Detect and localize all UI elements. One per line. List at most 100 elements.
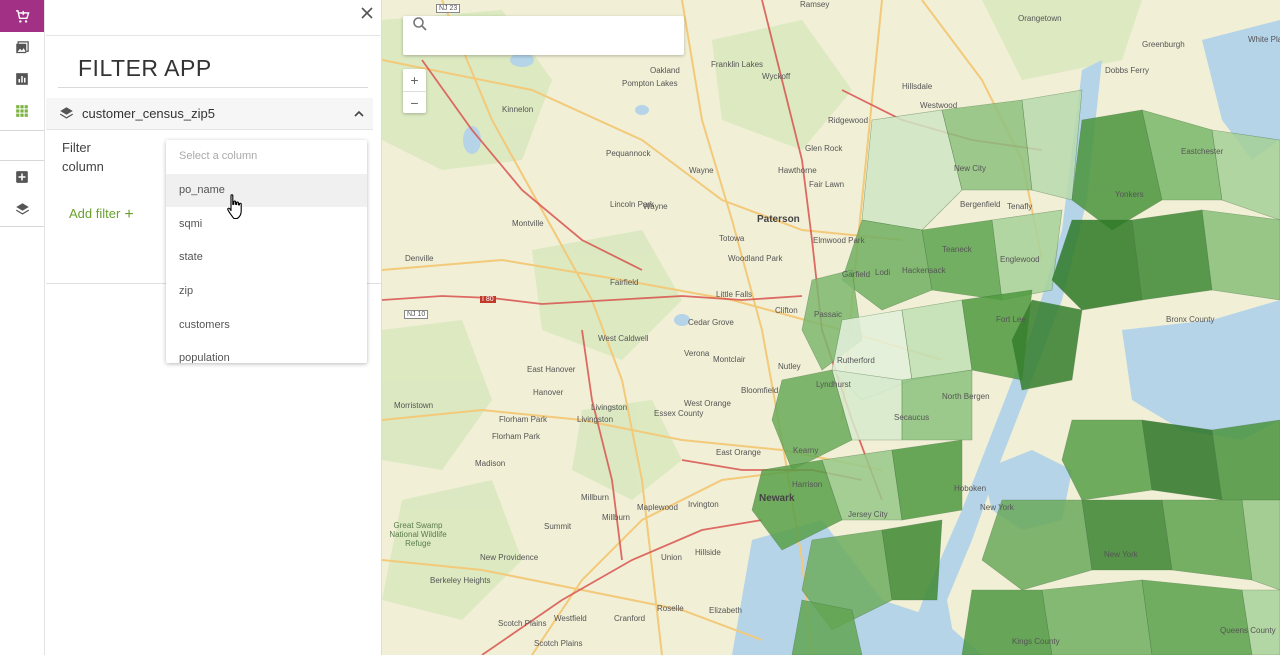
map-label: Irvington — [688, 500, 719, 509]
grid-icon[interactable] — [0, 95, 44, 127]
map-label: Livingston — [591, 403, 628, 412]
dropdown-option[interactable]: sqmi — [166, 208, 367, 241]
map-label: Oakland — [650, 66, 680, 75]
layer-accordion-header[interactable]: customer_census_zip5 — [46, 98, 373, 130]
map-label: Newark — [759, 493, 795, 504]
map-label: Hillsdale — [902, 82, 933, 91]
image-icon[interactable] — [0, 31, 44, 63]
map-label: Hoboken — [954, 484, 987, 493]
route-shield: NJ 23 — [436, 4, 461, 13]
map-label: North Bergen — [942, 392, 990, 401]
map-label: Englewood — [1000, 255, 1040, 264]
map-label: Pequannock — [606, 149, 651, 158]
map-label: Cedar Grove — [688, 318, 734, 327]
layers-icon[interactable] — [0, 193, 44, 225]
layer-name: customer_census_zip5 — [82, 106, 215, 121]
map-search-box[interactable] — [403, 16, 684, 55]
map-label: Roselle — [657, 604, 684, 613]
icon-rail — [0, 0, 45, 655]
map-label: Elmwood Park — [813, 236, 865, 245]
map-label: Rutherford — [837, 356, 875, 365]
map-label: Woodland Park — [728, 254, 783, 263]
chart-icon[interactable] — [0, 63, 44, 95]
cart-icon[interactable] — [0, 0, 44, 32]
dropdown-option[interactable]: population — [166, 342, 367, 363]
map-label: Harrison — [792, 480, 823, 489]
map-label: Bloomfield — [741, 386, 779, 395]
panel-title: FILTER APP — [78, 55, 212, 81]
map-label: Jersey City — [848, 510, 888, 519]
map-view[interactable]: Oakland Franklin Lakes Wyckoff Hillsdale… — [382, 0, 1280, 655]
map-label: Morristown — [394, 401, 434, 410]
map-label: Passaic — [814, 310, 843, 319]
add-layer-icon[interactable] — [0, 161, 44, 193]
plus-icon: + — [124, 206, 134, 223]
map-label: Hillside — [695, 548, 721, 557]
title-divider — [58, 87, 368, 88]
zoom-out-button[interactable]: − — [403, 91, 426, 113]
map-label: Hackensack — [902, 266, 946, 275]
route-shield: I 80 — [480, 296, 496, 303]
panel-header — [46, 0, 382, 36]
map-label: West Caldwell — [598, 334, 649, 343]
map-label: Pompton Lakes — [622, 79, 678, 88]
map-label: Hawthorne — [778, 166, 817, 175]
map-label: Denville — [405, 254, 434, 263]
column-select-dropdown[interactable]: Select a column po_name sqmi state zip c… — [166, 140, 367, 363]
map-label: Lodi — [875, 268, 891, 277]
map-label: Lyndhurst — [816, 380, 851, 389]
map-label: Orangetown — [1018, 14, 1062, 23]
map-label: Queens County — [1220, 626, 1276, 635]
map-label: Secaucus — [894, 413, 930, 422]
map-label: Maplewood — [637, 503, 678, 512]
map-label: Millburn — [602, 513, 631, 522]
map-label: Ridgewood — [828, 116, 869, 125]
map-label: Paterson — [757, 214, 800, 225]
map-label: Hanover — [533, 388, 564, 397]
map-label: Glen Rock — [805, 144, 843, 153]
map-label: Millburn — [581, 493, 610, 502]
map-label: Greenburgh — [1142, 40, 1185, 49]
map-label: Westwood — [920, 101, 958, 110]
map-label: Union — [661, 553, 682, 562]
map-label: Eastchester — [1181, 147, 1224, 156]
map-label: Wayne — [689, 166, 714, 175]
map-label: Totowa — [719, 234, 745, 243]
map-label: Garfield — [842, 270, 871, 279]
map-label: Teaneck — [942, 245, 972, 254]
map-label: Kearny — [793, 446, 819, 455]
map-label: New Providence — [480, 553, 539, 562]
map-label: Livingston — [577, 415, 614, 424]
map-label: Fort Lee — [996, 315, 1026, 324]
map-label: Kings County — [1012, 637, 1060, 646]
rail-divider — [0, 226, 44, 227]
column-select-placeholder: Select a column — [179, 150, 258, 162]
map-label: White Plains — [1248, 35, 1280, 44]
dropdown-option[interactable]: po_name — [166, 174, 367, 207]
map-label: Cranford — [614, 614, 646, 623]
zoom-control: + − — [403, 69, 426, 113]
map-label: Scotch Plains — [534, 639, 583, 648]
zoom-in-button[interactable]: + — [403, 69, 426, 91]
dropdown-option[interactable]: state — [166, 241, 367, 274]
map-label: Wyckoff — [762, 72, 791, 81]
map-label: New York — [1104, 550, 1138, 559]
dropdown-option[interactable]: customers — [166, 309, 367, 342]
map-label: New City — [954, 164, 987, 173]
map-label: Montclair — [713, 355, 746, 364]
map-label: Fair Lawn — [809, 180, 845, 189]
chevron-up-icon[interactable] — [353, 108, 365, 120]
map-label: Elizabeth — [709, 606, 742, 615]
add-filter-button[interactable]: Add filter + — [69, 206, 134, 224]
map-label: Verona — [684, 349, 710, 358]
map-label: Tenafly — [1007, 202, 1033, 211]
dropdown-option[interactable]: zip — [166, 275, 367, 308]
map-search-input[interactable] — [411, 28, 651, 43]
map-label: Kinnelon — [502, 105, 534, 114]
map-label: Fairfield — [610, 278, 639, 287]
map-label: Scotch Plains — [498, 619, 547, 628]
map-label: Ramsey — [800, 0, 830, 9]
close-icon[interactable] — [360, 6, 374, 20]
map-label: Clifton — [775, 306, 798, 315]
map-label: Berkeley Heights — [430, 576, 491, 585]
